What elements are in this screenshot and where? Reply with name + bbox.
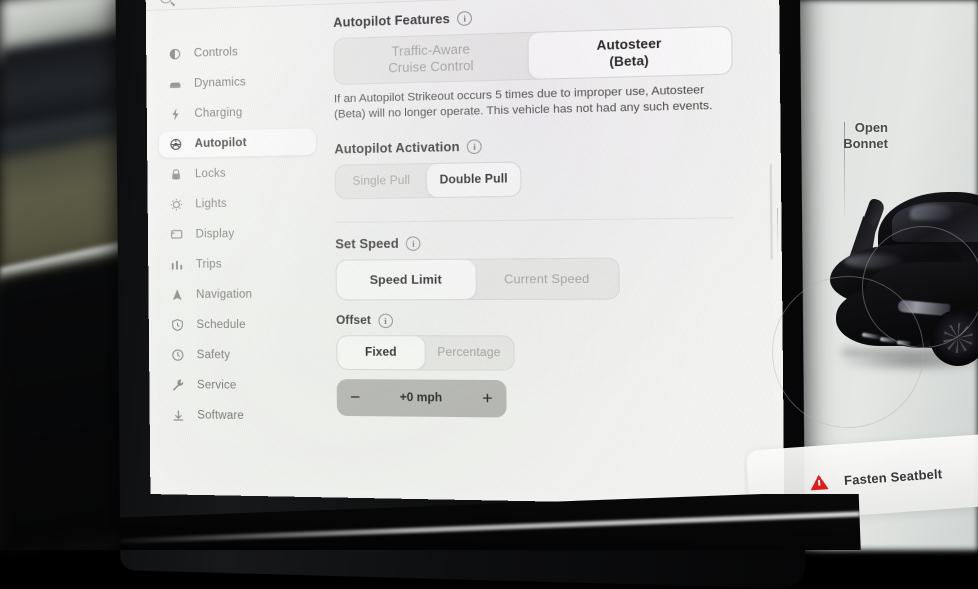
sidebar-item-label: Service bbox=[197, 379, 237, 391]
sidebar-item-label: Dynamics bbox=[194, 76, 246, 89]
sidebar-item-service[interactable]: Service bbox=[161, 372, 318, 399]
offset-value: +0 mph bbox=[360, 391, 482, 404]
offset-segmented-control[interactable]: Fixed Percentage bbox=[336, 335, 515, 371]
section-title: Offset bbox=[336, 315, 371, 327]
sidebar-item-label: Controls bbox=[194, 46, 238, 59]
search-input[interactable]: Search Settings bbox=[146, 0, 352, 4]
segment-label-line1: Autosteer bbox=[596, 35, 661, 54]
segment-label: Current Speed bbox=[504, 271, 590, 286]
segment-label-line2: (Beta) bbox=[609, 53, 649, 71]
sidebar-item-display[interactable]: Display bbox=[160, 220, 317, 248]
sidebar-item-navigation[interactable]: Navigation bbox=[160, 281, 317, 308]
settings-sidebar: Controls Dynamics Charging Autopilot Locks Li… bbox=[146, 10, 330, 498]
glass-highlight bbox=[910, 204, 952, 220]
autosteer-strikeout-description: If an Autopilot Strikeout occurs 5 times… bbox=[334, 82, 733, 124]
segment-label: Single Pull bbox=[352, 175, 410, 188]
segment-autosteer-beta[interactable]: Autosteer (Beta) bbox=[529, 27, 732, 79]
info-icon[interactable]: i bbox=[378, 314, 393, 328]
safety-icon bbox=[171, 348, 185, 362]
charging-icon bbox=[169, 107, 183, 121]
sidebar-item-lights[interactable]: Lights bbox=[159, 189, 316, 217]
search-icon bbox=[159, 0, 172, 3]
segment-speed-limit[interactable]: Speed Limit bbox=[337, 260, 476, 300]
lock-icon bbox=[169, 167, 183, 181]
sidebar-item-software[interactable]: Software bbox=[161, 402, 318, 430]
software-icon bbox=[171, 408, 185, 422]
background-arc-2 bbox=[772, 276, 924, 428]
callout-line2: Bonnet bbox=[792, 136, 888, 152]
settings-content: Autopilot Features i Traffic-Aware Cruis… bbox=[333, 1, 768, 503]
sidebar-item-charging[interactable]: Charging bbox=[159, 98, 316, 128]
decrement-button[interactable]: − bbox=[350, 389, 360, 406]
segment-label: Percentage bbox=[437, 347, 500, 360]
segment-percentage[interactable]: Percentage bbox=[424, 336, 513, 369]
sidebar-item-autopilot[interactable]: Autopilot bbox=[159, 128, 316, 157]
section-title: Set Speed bbox=[335, 236, 399, 251]
sidebar-item-label: Software bbox=[197, 409, 244, 422]
set-speed-header: Set Speed i bbox=[335, 233, 766, 251]
schedule-icon bbox=[171, 318, 185, 332]
dynamics-icon bbox=[168, 77, 182, 91]
info-icon[interactable]: i bbox=[457, 11, 472, 26]
sidebar-item-trips[interactable]: Trips bbox=[160, 251, 317, 278]
sidebar-item-safety[interactable]: Safety bbox=[161, 342, 318, 369]
segment-label: Fixed bbox=[365, 346, 397, 358]
sidebar-item-label: Trips bbox=[196, 258, 222, 270]
display-icon bbox=[170, 228, 184, 242]
alert-text: Fasten Seatbelt bbox=[844, 466, 943, 488]
autopilot-activation-segmented-control[interactable]: Single Pull Double Pull bbox=[335, 161, 522, 199]
set-speed-segmented-control[interactable]: Speed Limit Current Speed bbox=[335, 257, 619, 300]
callout-line1: Open bbox=[792, 120, 888, 136]
sidebar-item-label: Autopilot bbox=[195, 137, 247, 150]
segment-label-line2: Cruise Control bbox=[388, 58, 473, 77]
service-icon bbox=[171, 378, 185, 392]
sidebar-item-dynamics[interactable]: Dynamics bbox=[158, 67, 315, 97]
sidebar-item-label: Schedule bbox=[196, 319, 245, 331]
taskbar-surface bbox=[119, 494, 861, 550]
navigation-icon bbox=[170, 288, 184, 302]
open-bonnet-callout[interactable]: Open Bonnet bbox=[792, 120, 888, 152]
info-icon[interactable]: i bbox=[467, 139, 482, 154]
vehicle-settings-screen: Search Settings Easy Entry ControlsDynam… bbox=[146, 0, 785, 506]
autopilot-icon bbox=[169, 137, 183, 151]
sidebar-item-label: Locks bbox=[195, 168, 226, 181]
segment-double-pull[interactable]: Double Pull bbox=[427, 162, 521, 197]
sidebar-item-label: Navigation bbox=[196, 289, 252, 301]
sidebar-item-label: Lights bbox=[195, 198, 227, 211]
segment-label: Speed Limit bbox=[370, 272, 442, 287]
segment-fixed[interactable]: Fixed bbox=[337, 336, 425, 369]
segment-current-speed[interactable]: Current Speed bbox=[475, 259, 618, 299]
segment-label: Double Pull bbox=[439, 173, 507, 187]
trips-icon bbox=[170, 258, 184, 272]
sidebar-item-label: Display bbox=[195, 228, 234, 240]
lights-icon bbox=[169, 197, 183, 211]
section-title: Autopilot Activation bbox=[334, 140, 459, 157]
segment-traffic-aware-cruise-control[interactable]: Traffic-Aware Cruise Control bbox=[334, 33, 529, 84]
section-title: Autopilot Features bbox=[333, 12, 450, 30]
autopilot-features-segmented-control[interactable]: Traffic-Aware Cruise Control Autosteer (… bbox=[333, 26, 732, 86]
vehicle-visual-panel: Open Bonnet Fasten Seatbelt bbox=[744, 0, 978, 550]
bottom-taskbar: ✕ ʙ bbox=[0, 494, 978, 550]
offset-stepper[interactable]: − +0 mph + bbox=[337, 379, 507, 417]
sidebar-item-locks[interactable]: Locks bbox=[159, 159, 316, 188]
autopilot-activation-header: Autopilot Activation i bbox=[334, 133, 765, 156]
warning-triangle-icon bbox=[810, 474, 829, 490]
info-icon[interactable]: i bbox=[406, 236, 421, 251]
sidebar-item-schedule[interactable]: Schedule bbox=[161, 312, 318, 338]
sidebar-item-controls[interactable]: Controls bbox=[158, 37, 315, 68]
controls-icon bbox=[168, 47, 182, 61]
sidebar-item-label: Safety bbox=[197, 349, 231, 361]
sidebar-item-label: Charging bbox=[194, 107, 242, 120]
increment-button[interactable]: + bbox=[482, 390, 493, 408]
section-divider bbox=[335, 217, 734, 223]
search-placeholder: Search Settings bbox=[181, 0, 257, 2]
segment-single-pull[interactable]: Single Pull bbox=[336, 164, 428, 198]
offset-header: Offset i bbox=[336, 313, 767, 328]
